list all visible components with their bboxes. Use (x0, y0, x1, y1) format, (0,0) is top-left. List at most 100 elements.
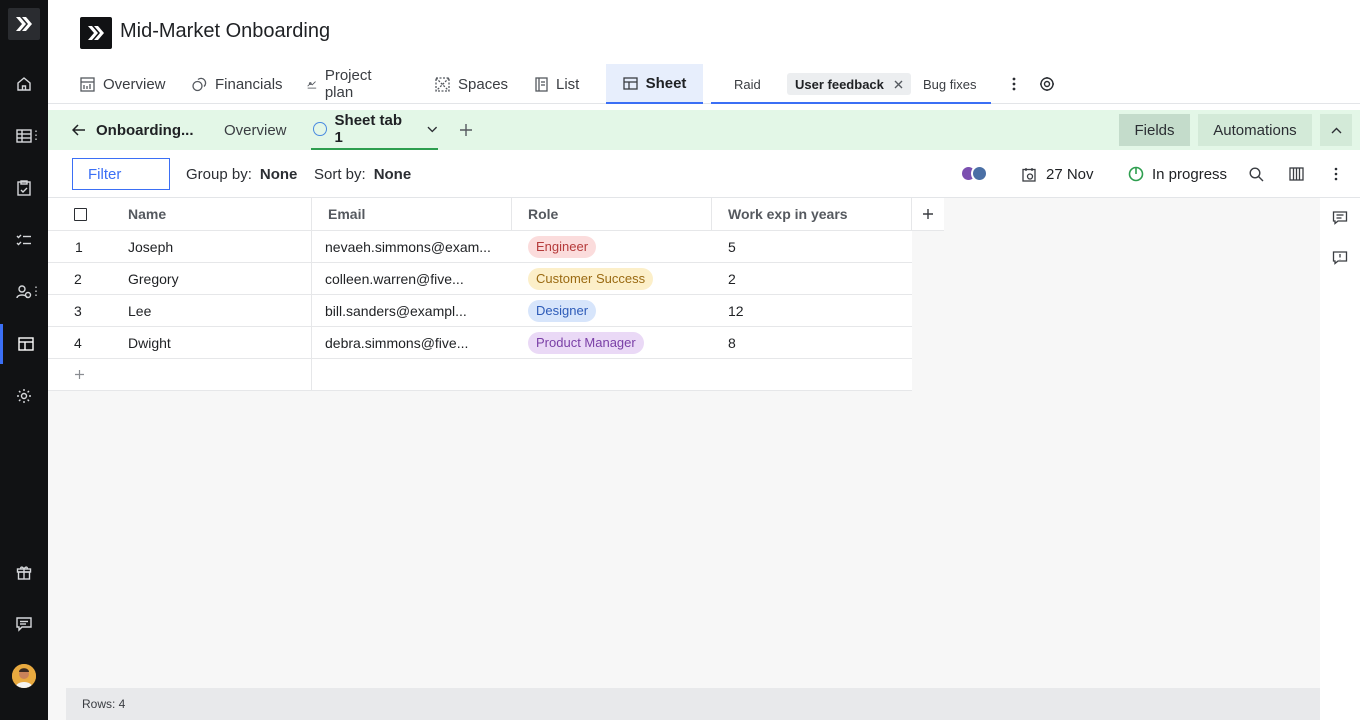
role-pill: Customer Success (528, 267, 654, 290)
gear-icon[interactable] (1037, 74, 1057, 94)
coins-icon (192, 77, 207, 91)
name-cell[interactable]: Joseph (128, 231, 173, 262)
group-by-control[interactable]: Group by: None (186, 150, 297, 198)
table-row[interactable]: 3 Lee bill.sanders@exampl... Designer 12 (48, 295, 912, 327)
table-row[interactable]: 2 Gregory colleen.warren@five... Custome… (48, 263, 912, 295)
chat-icon[interactable] (0, 604, 48, 644)
name-cell[interactable]: Gregory (128, 263, 179, 294)
people-icon[interactable]: ⋮ (0, 272, 48, 312)
sheet-tab-label: Sheet tab 1 (334, 112, 403, 146)
more-icon[interactable]: ⋮ (30, 129, 42, 141)
group-by-label: Group by: (186, 165, 252, 183)
feedback-icon[interactable] (1332, 250, 1348, 266)
avatar[interactable] (12, 664, 36, 688)
column-header-work-exp[interactable]: Work exp in years (728, 198, 848, 230)
column-header-email[interactable]: Email (328, 198, 365, 230)
left-rail: ⋮ ⋮ (0, 0, 48, 720)
tab-label: List (556, 75, 580, 93)
name-cell[interactable]: Lee (128, 295, 151, 326)
add-row-button[interactable] (74, 359, 85, 390)
fields-button[interactable]: Fields (1119, 114, 1190, 146)
status-badge[interactable]: In progress (1128, 150, 1227, 198)
tab-overview[interactable]: Overview (80, 64, 166, 104)
more-icon[interactable] (1326, 164, 1346, 184)
rows-count: Rows: 4 (82, 697, 126, 711)
comments-icon[interactable] (1332, 210, 1348, 226)
clipboard-icon[interactable] (0, 168, 48, 208)
chevron-down-icon[interactable] (427, 126, 438, 133)
status-footer: Rows: 4 (66, 688, 1320, 720)
more-icon[interactable] (1004, 74, 1024, 94)
sheet-toolbar: Filter Group by: None Sort by: None 27 N… (48, 150, 1360, 198)
table-icon (622, 76, 638, 90)
chevron-up-icon (1331, 127, 1341, 133)
table-nav-icon[interactable]: ⋮ (0, 116, 48, 156)
email-cell[interactable]: bill.sanders@exampl... (325, 295, 501, 326)
work-exp-cell[interactable]: 2 (728, 263, 736, 294)
table-row[interactable]: 4 Dwight debra.simmons@five... Product M… (48, 327, 912, 359)
work-exp-cell[interactable]: 5 (728, 231, 736, 262)
table-header-row: Name Email Role Work exp in years (48, 198, 912, 231)
filter-button[interactable]: Filter (72, 158, 170, 190)
group-by-value: None (259, 165, 298, 183)
add-row[interactable] (48, 359, 912, 391)
dashboard-icon (80, 76, 95, 92)
select-all-checkbox[interactable] (74, 198, 87, 230)
tab-label: Overview (103, 75, 166, 93)
collapse-button[interactable] (1320, 114, 1352, 146)
collaborator-avatars[interactable] (960, 165, 988, 182)
progress-icon (1128, 166, 1144, 182)
data-table: Name Email Role Work exp in years 1 Jose… (48, 198, 912, 391)
table-row[interactable]: 1 Joseph nevaeh.simmons@exam... Engineer… (48, 231, 912, 263)
subtab-bug-fixes[interactable]: Bug fixes (923, 73, 976, 95)
tab-project-plan[interactable]: Project plan (307, 64, 377, 104)
more-icon[interactable]: ⋮ (30, 285, 42, 297)
due-date[interactable]: 27 Nov (1022, 150, 1094, 198)
tasks-icon[interactable] (0, 220, 48, 260)
role-cell[interactable]: Product Manager (528, 327, 644, 358)
tab-label: Financials (215, 75, 283, 93)
role-cell[interactable]: Customer Success (528, 263, 654, 294)
role-cell[interactable]: Designer (528, 295, 597, 326)
search-icon[interactable] (1246, 164, 1266, 184)
work-exp-cell[interactable]: 8 (728, 327, 736, 358)
name-cell[interactable]: Dwight (128, 327, 171, 358)
app-logo-icon[interactable] (8, 8, 40, 40)
back-button[interactable]: Onboarding... (72, 110, 194, 150)
column-header-name[interactable]: Name (128, 198, 166, 230)
arrow-left-icon (72, 124, 85, 136)
tab-spaces[interactable]: Spaces (435, 64, 508, 104)
tab-financials[interactable]: Financials (192, 64, 283, 104)
sheet-overview-tab[interactable]: Overview (224, 110, 287, 150)
plus-icon (923, 209, 933, 219)
email-cell[interactable]: nevaeh.simmons@exam... (325, 231, 501, 262)
home-icon[interactable] (0, 64, 48, 104)
automations-button[interactable]: Automations (1198, 114, 1312, 146)
tab-list[interactable]: List (535, 64, 579, 104)
gantt-icon (307, 80, 317, 89)
sheet-tab-1[interactable]: Sheet tab 1 (311, 110, 438, 150)
close-icon[interactable] (894, 80, 903, 89)
subtab-user-feedback[interactable]: User feedback (787, 73, 911, 95)
sort-by-label: Sort by: (314, 165, 366, 183)
columns-icon[interactable] (1286, 164, 1306, 184)
sheet-bar: Onboarding... Overview Sheet tab 1 Field… (48, 110, 1360, 150)
gift-icon[interactable] (0, 552, 48, 592)
role-pill: Designer (528, 299, 597, 322)
tab-label: Sheet (645, 74, 687, 92)
settings-icon[interactable] (0, 376, 48, 416)
work-exp-cell[interactable]: 12 (728, 295, 744, 326)
column-header-role[interactable]: Role (528, 198, 558, 230)
row-number: 1 (75, 238, 83, 255)
sort-by-control[interactable]: Sort by: None (314, 150, 411, 198)
tab-sheet[interactable]: Sheet (606, 64, 703, 104)
role-cell[interactable]: Engineer (528, 231, 597, 262)
add-column-button[interactable] (912, 198, 944, 231)
sheet-subtabs: Raid User feedback Bug fixes (711, 64, 991, 104)
sheets-nav-icon[interactable] (0, 324, 48, 364)
row-number: 2 (74, 270, 82, 287)
email-cell[interactable]: colleen.warren@five... (325, 263, 501, 294)
add-sheet-tab-button[interactable] (456, 120, 476, 140)
email-cell[interactable]: debra.simmons@five... (325, 327, 501, 358)
subtab-raid[interactable]: Raid (734, 73, 761, 95)
